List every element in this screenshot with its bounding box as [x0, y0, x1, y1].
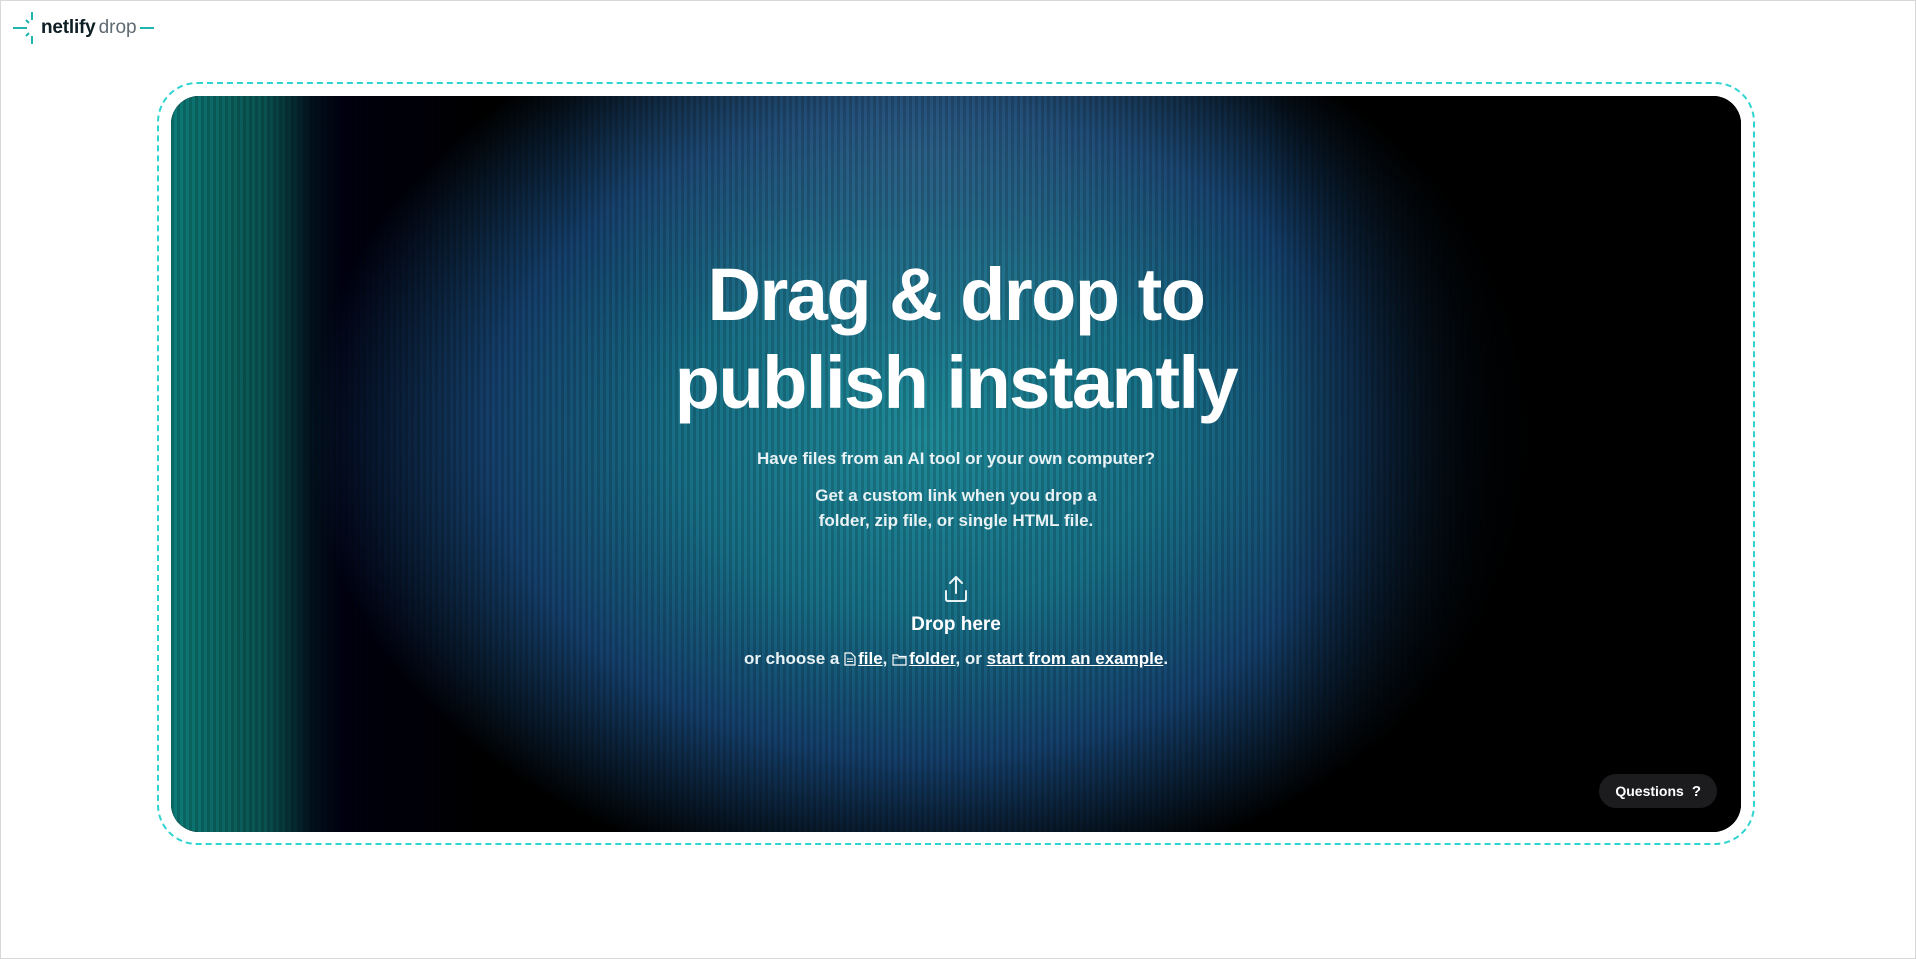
- questions-button[interactable]: Questions ?: [1599, 774, 1717, 808]
- choose-prefix: or choose a: [743, 649, 840, 668]
- question-mark-icon: ?: [1691, 782, 1701, 800]
- hero-subtitle: Have files from an AI tool or your own c…: [757, 449, 1155, 468]
- drop-here-label: Drop here: [911, 614, 1001, 635]
- hero: Drag & drop to publish instantly Have fi…: [171, 251, 1741, 533]
- logo-right-dash: [139, 27, 154, 29]
- choose-file-link[interactable]: file: [844, 649, 883, 668]
- netlify-drop-logo[interactable]: netlify drop: [13, 11, 154, 45]
- logo-spark-icon: [25, 12, 33, 44]
- file-link-label: file: [858, 649, 883, 668]
- hero-description: Get a custom link when you drop a folder…: [815, 486, 1097, 530]
- separator-2: , or: [955, 649, 982, 668]
- hero-title: Drag & drop to publish instantly: [674, 253, 1239, 424]
- start-from-example-link[interactable]: start from an example: [987, 649, 1164, 668]
- file-icon: [844, 652, 856, 666]
- choose-folder-link[interactable]: folder: [892, 649, 955, 668]
- questions-label: Questions: [1615, 783, 1684, 799]
- choose-suffix: .: [1163, 649, 1169, 668]
- dropzone-card[interactable]: Drag & drop to publish instantly Have fi…: [171, 96, 1741, 832]
- choose-line: or choose a file, folder, or start from …: [171, 649, 1741, 669]
- logo-product-text: drop: [98, 17, 137, 38]
- folder-link-label: folder: [909, 649, 956, 668]
- folder-icon: [892, 654, 907, 666]
- upload-icon: [945, 576, 967, 602]
- separator-1: ,: [882, 649, 888, 668]
- logo-brand-text: netlify: [41, 17, 96, 38]
- page: netlify drop Drag & drop to publish inst…: [0, 0, 1916, 959]
